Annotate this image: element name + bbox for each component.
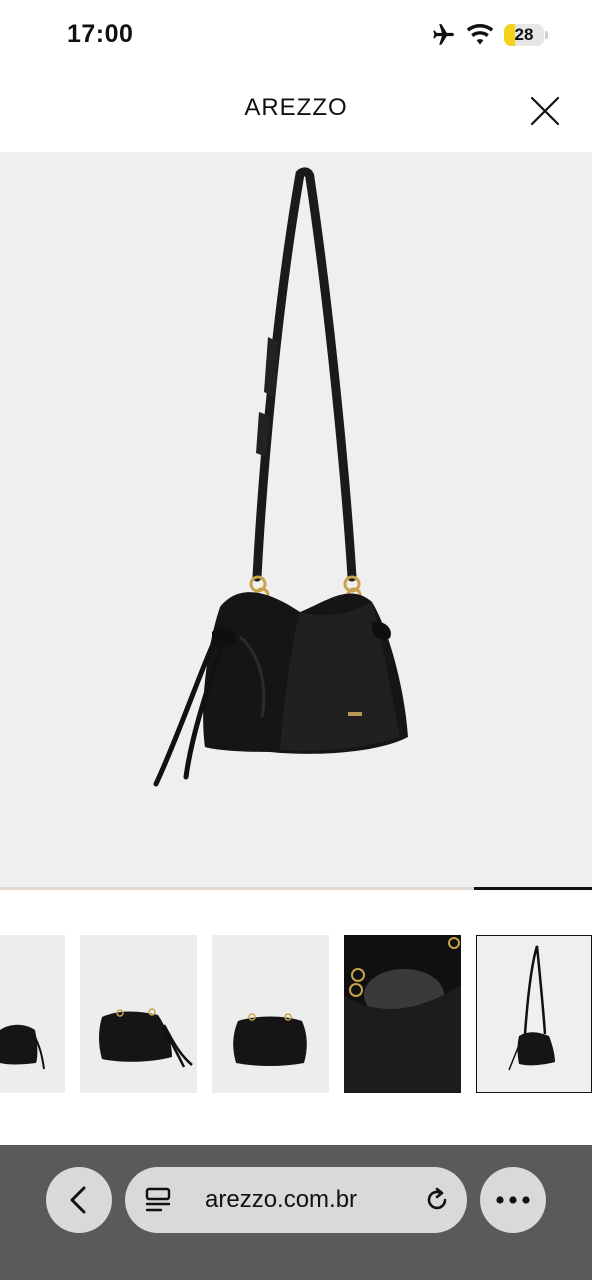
close-button[interactable] <box>528 94 562 128</box>
browser-toolbar: arezzo.com.br <box>0 1145 592 1280</box>
chevron-left-icon <box>70 1186 86 1214</box>
reader-mode-icon <box>145 1187 171 1212</box>
thumbnail-4[interactable] <box>344 935 461 1093</box>
gallery-progress-fill <box>473 887 592 890</box>
airplane-icon <box>430 22 456 48</box>
battery-cap <box>545 31 548 39</box>
more-button[interactable] <box>480 1167 546 1233</box>
thumbnail-image <box>508 945 555 1071</box>
bag-illustration <box>153 167 408 787</box>
thumbnail-image <box>99 1008 193 1068</box>
thumbnail-image <box>344 935 461 1093</box>
address-bar[interactable]: arezzo.com.br <box>125 1167 467 1233</box>
thumbnail-5[interactable] <box>476 935 592 1093</box>
wifi-icon <box>466 24 494 46</box>
thumbnail-image <box>233 1013 307 1066</box>
modal-header: AREZZO <box>0 72 592 152</box>
product-main-image[interactable] <box>0 152 592 887</box>
thumbnail-2[interactable] <box>80 935 197 1093</box>
reload-icon[interactable] <box>423 1186 451 1214</box>
thumbnail-strip <box>0 935 592 1095</box>
battery-icon: 28 <box>504 22 548 48</box>
url-text: arezzo.com.br <box>205 1186 358 1213</box>
more-icon <box>496 1196 530 1204</box>
close-icon <box>530 96 560 126</box>
thumbnail-3[interactable] <box>212 935 329 1093</box>
status-bar: 17:00 28 <box>0 0 592 72</box>
thumbnail-1[interactable] <box>0 935 65 1093</box>
status-icons: 28 <box>430 20 548 50</box>
thumbnail-image <box>0 1024 45 1070</box>
brand-title: AREZZO <box>244 94 348 121</box>
back-button[interactable] <box>46 1167 112 1233</box>
battery-level: 28 <box>514 25 534 44</box>
status-time: 17:00 <box>67 20 134 48</box>
gallery-progress-track <box>0 887 592 890</box>
